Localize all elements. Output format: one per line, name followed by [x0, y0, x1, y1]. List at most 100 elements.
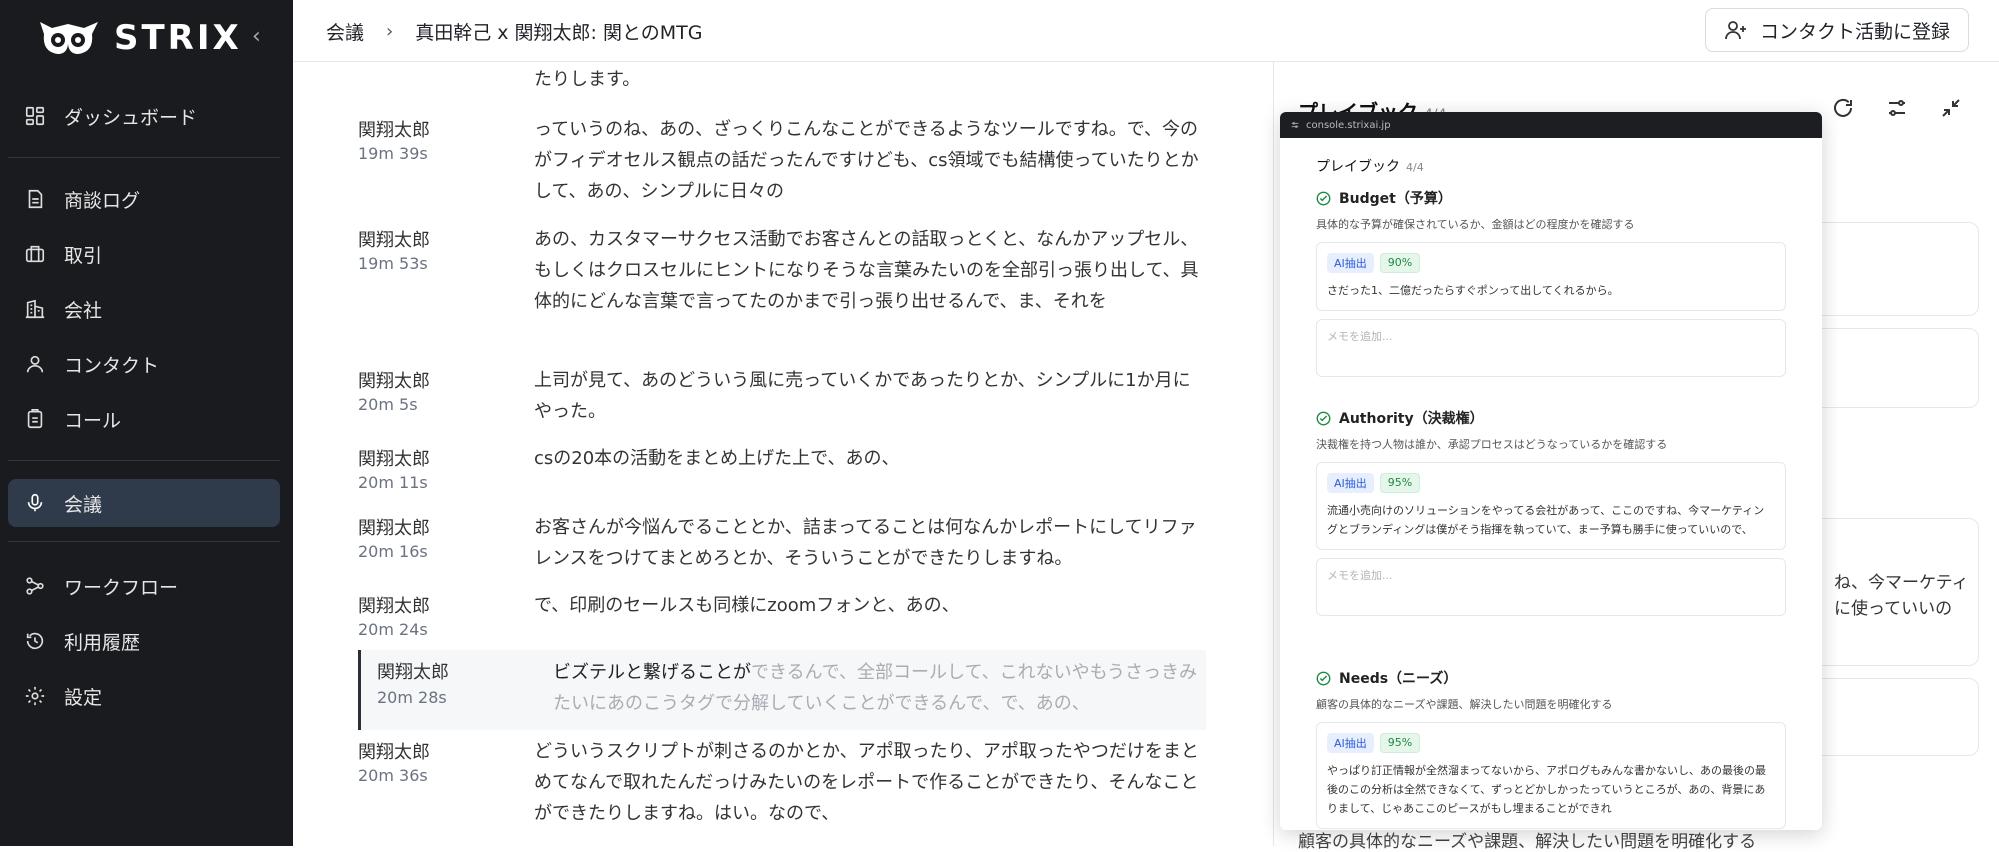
timestamp[interactable]: 20m 11s	[358, 473, 428, 492]
sidebar-item-settings[interactable]: 設定	[8, 672, 280, 720]
dashboard-icon	[25, 106, 45, 126]
building-icon	[25, 299, 45, 319]
transcript-entry[interactable]: 関翔太郎 19m 53s あの、カスタマーサクセス活動でお客さんとの話取っとくと…	[358, 224, 1200, 348]
sidebar-item-label: コンタクト	[64, 354, 160, 377]
transcript-entry[interactable]: 関翔太郎 20m 16s お客さんが今悩んでることとか、詰まってることは何なんか…	[358, 512, 1200, 576]
speaker-name: 関翔太郎	[358, 371, 430, 392]
popup-url: console.strixai.jp	[1306, 119, 1391, 131]
header: 会議 › 真田幹己 x 関翔太郎: 関とのMTG コンタクト活動に登録	[293, 0, 1999, 62]
check-circle-icon	[1316, 411, 1331, 425]
history-icon	[26, 632, 44, 650]
sidebar-item-workflow[interactable]: ワークフロー	[8, 562, 280, 610]
criterion-budget: Budget（予算） 具体的な予算が確保されているか、金額はどの程度かを確認する…	[1316, 188, 1786, 377]
criterion-description: 決裁権を持つ人物は誰か、承認プロセスはどうなっているかを確認する	[1316, 438, 1668, 451]
sliders-icon[interactable]	[1885, 96, 1909, 120]
sidebar-item-label: 設定	[64, 686, 103, 709]
transcript-text: っていうのね、あの、ざっくりこんなことができるようなツールですね。で、今のがフィ…	[534, 119, 1199, 202]
timestamp[interactable]: 20m 24s	[358, 620, 428, 639]
evidence-card[interactable]: AI抽出 95% 流通小売向けのソリューションをやってる会社があって、ここのですね…	[1316, 462, 1786, 550]
timestamp[interactable]: 19m 39s	[358, 144, 428, 163]
criterion-name: Authority（決裁権）	[1339, 411, 1484, 427]
evidence-text: やっぱり訂正情報が全然溜まってないから、アポログもみんな書かないし、あの最後の最…	[1327, 764, 1767, 815]
transcript-entry[interactable]: 関翔太郎 20m 5s 上司が見て、あのどういう風に売っていくかであったりとか、…	[358, 365, 1200, 431]
breadcrumb-current: 真田幹己 x 関翔太郎: 関とのMTG	[415, 22, 703, 44]
playbook-popup-window[interactable]: console.strixai.jp プレイブック 4/4 Budget（予算） …	[1280, 112, 1822, 830]
transcript-text: で、印刷のセールスも同様にzoomフォンと、あの、	[534, 595, 960, 616]
breadcrumb: 会議 › 真田幹己 x 関翔太郎: 関とのMTG	[326, 18, 703, 45]
spoken-text: ビズテルと繋げることが	[553, 662, 751, 683]
refresh-icon[interactable]	[1831, 96, 1855, 120]
popup-address-bar: console.strixai.jp	[1280, 112, 1822, 138]
confidence-badge: 95%	[1379, 733, 1421, 753]
timestamp[interactable]: 19m 53s	[358, 254, 428, 273]
sidebar-item-label: 会社	[64, 299, 103, 322]
evidence-text: 流通小売向けのソリューションをやってる会社があって、ここのですね、今マーケティン…	[1327, 504, 1765, 536]
popup-playbook-title: プレイブック 4/4	[1316, 159, 1424, 175]
register-button-label: コンタクト活動に登録	[1759, 20, 1950, 43]
sidebar-item-usage-history[interactable]: 利用履歴	[8, 617, 280, 665]
speaker-name: 関翔太郎	[358, 742, 430, 763]
sidebar-item-label: 会議	[64, 493, 103, 516]
background-needs-desc: 顧客の具体的なニーズや課題、解決したい問題を明確化する	[1298, 832, 1757, 852]
sidebar-item-dashboard[interactable]: ダッシュボード	[8, 92, 280, 140]
transcript-entry[interactable]: 関翔太郎 20m 11s csの20本の活動をまとめ上げた上で、あの、	[358, 443, 1200, 499]
ai-extracted-badge: AI抽出	[1327, 733, 1374, 753]
evidence-card[interactable]: AI抽出 90% さだった1、二億だったらすぐポンって出してくれるから。	[1316, 242, 1786, 311]
sidebar-divider	[8, 541, 280, 542]
speaker-name: 関翔太郎	[358, 120, 430, 141]
gear-icon	[25, 686, 45, 706]
timestamp[interactable]: 20m 5s	[358, 395, 418, 414]
sidebar-item-label: ダッシュボード	[64, 106, 198, 129]
briefcase-icon	[25, 245, 45, 263]
add-user-icon	[1725, 21, 1746, 40]
transcript-text: csの20本の活動をまとめ上げた上で、あの、	[534, 448, 900, 469]
evidence-card[interactable]: AI抽出 95% やっぱり訂正情報が全然溜まってないから、アポログもみんな書かない…	[1316, 722, 1786, 829]
chevron-right-icon: ›	[386, 21, 394, 42]
sidebar-item-meetings[interactable]: 会議	[8, 479, 280, 527]
criterion-needs: Needs（ニーズ） 顧客の具体的なニーズや課題、解決したい問題を明確化する A…	[1316, 668, 1786, 829]
speaker-name: 関翔太郎	[358, 449, 430, 470]
ai-extracted-badge: AI抽出	[1327, 253, 1374, 273]
memo-input[interactable]: メモを追加...	[1316, 319, 1786, 377]
timestamp[interactable]: 20m 28s	[377, 688, 447, 707]
collapse-sidebar-icon[interactable]: ‹	[252, 24, 261, 49]
criterion-authority: Authority（決裁権） 決裁権を持つ人物は誰か、承認プロセスはどうなってい…	[1316, 408, 1786, 616]
speaker-name: 関翔太郎	[358, 518, 430, 539]
sidebar-item-label: コール	[64, 409, 122, 432]
transcript-entry[interactable]: 関翔太郎 20m 36s どういうスクリプトが刺さるのかとか、アポ取ったり、アポ…	[358, 736, 1200, 832]
criterion-name: Needs（ニーズ）	[1339, 671, 1458, 687]
microphone-icon	[27, 493, 43, 512]
sidebar-item-deal-log[interactable]: 商談ログ	[8, 175, 280, 223]
timestamp[interactable]: 20m 16s	[358, 542, 428, 561]
sidebar-item-label: ワークフロー	[64, 576, 179, 599]
transcript-entry[interactable]: 関翔太郎 19m 39s っていうのね、あの、ざっくりこんなことができるようなツ…	[358, 114, 1200, 214]
breadcrumb-root-link[interactable]: 会議	[326, 18, 364, 45]
collapse-icon[interactable]	[1939, 96, 1963, 120]
speaker-name: 関翔太郎	[358, 596, 430, 617]
transcript-text: どういうスクリプトが刺さるのかとか、アポ取ったり、アポ取ったやつだけをまとめてな…	[534, 741, 1199, 824]
transcript-entry[interactable]: 関翔太郎 20m 24s で、印刷のセールスも同様にzoomフォンと、あの、	[358, 590, 1200, 646]
register-contact-activity-button[interactable]: コンタクト活動に登録	[1704, 8, 1969, 52]
sidebar-item-deals[interactable]: 取引	[8, 230, 280, 278]
check-circle-icon	[1316, 671, 1331, 685]
logo[interactable]: STRIX	[36, 18, 242, 58]
user-icon	[26, 355, 44, 373]
criterion-description: 具体的な予算が確保されているか、金額はどの程度かを確認する	[1316, 218, 1635, 231]
document-icon	[28, 189, 43, 209]
confidence-badge: 95%	[1379, 473, 1421, 493]
sidebar-item-contacts[interactable]: コンタクト	[8, 340, 280, 388]
sidebar-divider	[8, 157, 280, 158]
site-settings-icon[interactable]	[1290, 120, 1300, 130]
transcript-fragment: たりします。	[534, 69, 641, 90]
sidebar-item-companies[interactable]: 会社	[8, 285, 280, 333]
transcript-panel[interactable]: たりします。 関翔太郎 19m 39s っていうのね、あの、ざっくりこんなことが…	[293, 62, 1273, 846]
transcript-entry-active[interactable]: 関翔太郎 20m 28s ビズテルと繋げることができるんで、全部コールして、これ…	[358, 650, 1206, 730]
transcript-text: お客さんが今悩んでることとか、詰まってることは何なんかレポートにしてリファレンス…	[534, 517, 1197, 569]
timestamp[interactable]: 20m 36s	[358, 766, 428, 785]
ai-extracted-badge: AI抽出	[1327, 473, 1374, 493]
memo-input[interactable]: メモを追加...	[1316, 558, 1786, 616]
workflow-icon	[26, 577, 44, 595]
sidebar-item-label: 利用履歴	[64, 631, 141, 654]
sidebar-item-calls[interactable]: コール	[8, 395, 280, 443]
owl-logo-icon	[40, 22, 98, 54]
